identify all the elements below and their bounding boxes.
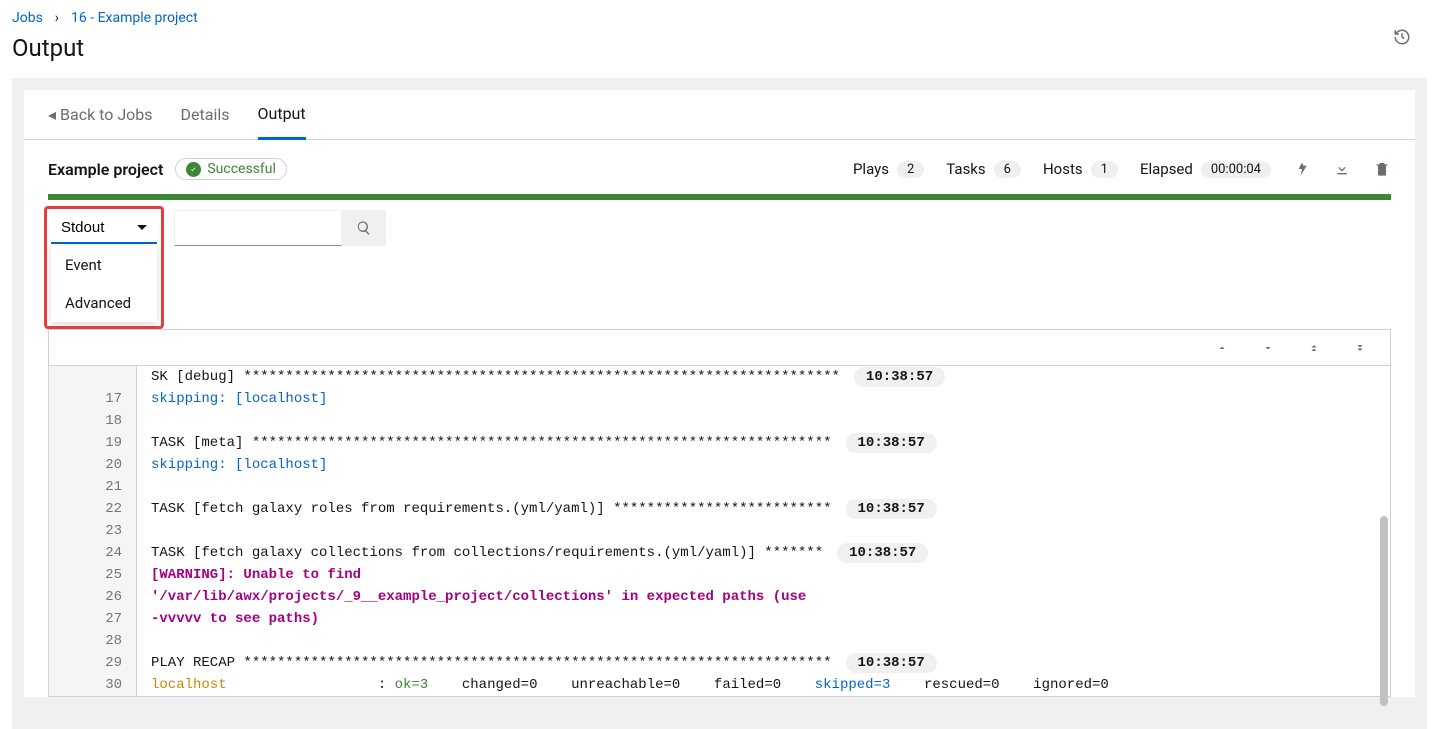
tab-output[interactable]: Output [258,90,306,140]
output-line: 21 [49,476,1390,498]
line-content: skipping: [localhost] [137,391,1390,407]
page-title: Output [12,34,198,62]
line-content: -vvvvv to see paths) [137,611,1390,627]
output-body: SK [debug] *****************************… [48,329,1391,697]
check-circle-icon [186,162,201,177]
scroll-prev-icon[interactable] [1216,342,1228,354]
stat-tasks-label: Tasks [946,160,985,178]
stat-elapsed: Elapsed 00:00:04 [1140,160,1271,178]
search-input[interactable] [174,210,342,246]
timestamp-badge: 10:38:57 [846,653,937,673]
output-line: 22TASK [fetch galaxy roles from requirem… [49,498,1390,520]
tabs: ◂ Back to Jobs Details Output [24,90,1415,140]
stat-elapsed-value: 00:00:04 [1201,161,1271,178]
relaunch-icon[interactable] [1293,160,1311,178]
project-title: Example project [48,160,163,179]
stdout-dropdown-toggle[interactable]: Stdout [51,213,157,244]
line-number: 24 [49,542,137,564]
line-number: 20 [49,454,137,476]
status-text: Successful [207,161,276,177]
caret-down-icon [137,225,147,230]
output-line: 24TASK [fetch galaxy collections from co… [49,542,1390,564]
output-line: 27-vvvvv to see paths) [49,608,1390,630]
download-icon[interactable] [1333,160,1351,178]
line-content: localhost : ok=3 changed=0 unreachable=0… [137,677,1390,693]
caret-left-icon: ◂ [48,105,56,124]
stat-plays-value: 2 [897,161,924,178]
line-content: TASK [fetch galaxy roles from requiremen… [137,499,1390,519]
scroll-next-icon[interactable] [1262,342,1274,354]
stdout-dropdown-selected: Stdout [61,219,104,236]
output-line: 30localhost : ok=3 changed=0 unreachable… [49,674,1390,696]
line-content: TASK [fetch galaxy collections from coll… [137,543,1390,563]
output-line: 20skipping: [localhost] [49,454,1390,476]
tab-details[interactable]: Details [181,91,230,138]
output-line: 28 [49,630,1390,652]
timestamp-badge: 10:38:57 [846,433,937,453]
scrollbar-thumb[interactable] [1380,516,1388,706]
line-number: 27 [49,608,137,630]
stat-hosts: Hosts 1 [1043,160,1118,178]
output-line: 19TASK [meta] **************************… [49,432,1390,454]
line-number: 17 [49,388,137,410]
line-number [49,366,137,388]
stdout-dropdown-menu: Event Advanced [51,246,157,322]
line-content: '/var/lib/awx/projects/_9__example_proje… [137,589,1390,605]
breadcrumb-link-jobs[interactable]: Jobs [12,10,43,26]
output-line: 17skipping: [localhost] [49,388,1390,410]
dropdown-item-event[interactable]: Event [51,246,157,284]
delete-icon[interactable] [1373,160,1391,178]
search-icon [356,220,372,236]
output-line: 18 [49,410,1390,432]
output-line: 25[WARNING]: Unable to find [49,564,1390,586]
back-to-jobs-link[interactable]: ◂ Back to Jobs [48,91,153,138]
stat-plays: Plays 2 [853,160,924,178]
output-line: 29PLAY RECAP ***************************… [49,652,1390,674]
stat-hosts-label: Hosts [1043,160,1083,178]
output-lines: SK [debug] *****************************… [49,366,1390,696]
output-line: SK [debug] *****************************… [49,366,1390,388]
scroll-top-icon[interactable] [1308,342,1320,354]
line-content: PLAY RECAP *****************************… [137,653,1390,673]
status-badge: Successful [175,158,287,180]
line-number: 19 [49,432,137,454]
line-number: 18 [49,410,137,432]
line-number: 23 [49,520,137,542]
line-number: 26 [49,586,137,608]
stdout-dropdown-highlight: Stdout Event Advanced [44,206,164,329]
stat-hosts-value: 1 [1091,161,1118,178]
stat-plays-label: Plays [853,160,889,178]
dropdown-item-advanced[interactable]: Advanced [51,284,157,322]
line-number: 25 [49,564,137,586]
chevron-right-icon: › [55,10,59,26]
timestamp-badge: 10:38:57 [854,367,945,387]
breadcrumb-link-item[interactable]: 16 - Example project [71,10,198,26]
back-to-jobs-label: Back to Jobs [60,105,153,124]
line-content: skipping: [localhost] [137,457,1390,473]
line-number: 28 [49,630,137,652]
timestamp-badge: 10:38:57 [837,543,928,563]
line-number: 30 [49,674,137,696]
line-number: 21 [49,476,137,498]
line-content: [WARNING]: Unable to find [137,567,1390,583]
history-icon[interactable] [1393,28,1411,46]
output-line: 26'/var/lib/awx/projects/_9__example_pro… [49,586,1390,608]
line-number: 29 [49,652,137,674]
breadcrumb: Jobs › 16 - Example project [12,10,198,32]
line-number: 22 [49,498,137,520]
stat-elapsed-label: Elapsed [1140,160,1193,178]
stat-tasks-value: 6 [994,161,1021,178]
scrollbar-track[interactable] [1380,366,1388,696]
stat-tasks: Tasks 6 [946,160,1021,178]
line-content: TASK [meta] ****************************… [137,433,1390,453]
line-content: SK [debug] *****************************… [137,367,1390,387]
output-line: 23 [49,520,1390,542]
search-button[interactable] [342,210,386,246]
timestamp-badge: 10:38:57 [846,499,937,519]
scroll-bottom-icon[interactable] [1354,342,1366,354]
